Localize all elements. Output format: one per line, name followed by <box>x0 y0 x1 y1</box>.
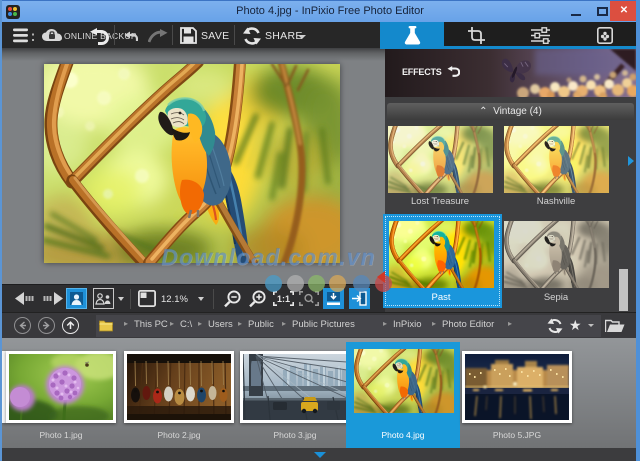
svg-text:1:1: 1:1 <box>277 294 290 304</box>
